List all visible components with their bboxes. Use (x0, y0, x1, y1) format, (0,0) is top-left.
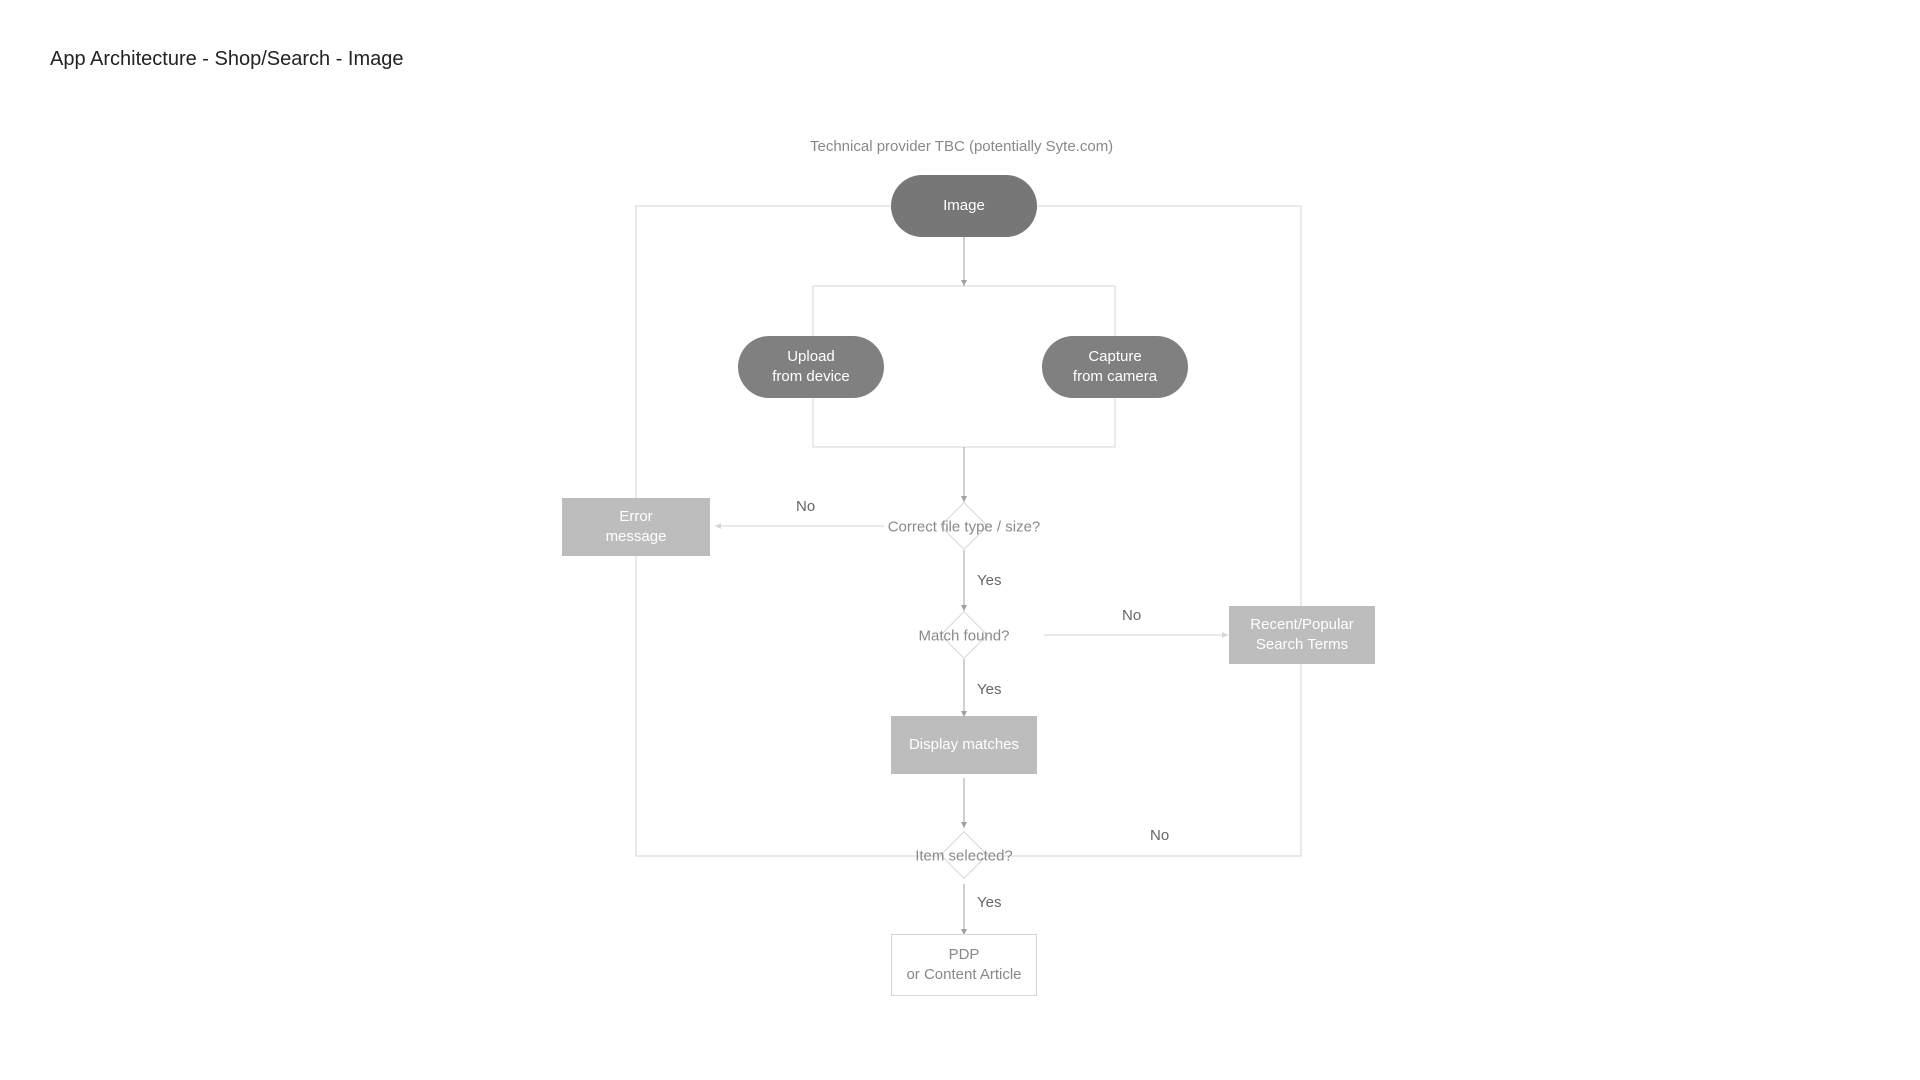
edge-item-yes: Yes (977, 894, 1001, 911)
node-image-label: Image (943, 196, 985, 216)
provider-note: Technical provider TBC (potentially Syte… (810, 138, 1113, 155)
node-upload: Upload from device (738, 336, 884, 398)
node-pdp-line1: PDP (949, 945, 980, 965)
node-display-label: Display matches (909, 735, 1019, 755)
node-pdp-line2: or Content Article (906, 965, 1021, 985)
node-capture-line1: Capture (1088, 347, 1141, 367)
node-match-found (940, 611, 988, 659)
node-display-matches: Display matches (891, 716, 1037, 774)
node-recent-terms: Recent/Popular Search Terms (1229, 606, 1375, 664)
node-error: Error message (562, 498, 710, 556)
edge-checkfile-no: No (796, 498, 815, 515)
edge-match-yes: Yes (977, 681, 1001, 698)
node-image: Image (891, 175, 1037, 237)
node-recent-line2: Search Terms (1256, 635, 1348, 655)
node-error-line1: Error (619, 507, 652, 527)
node-capture: Capture from camera (1042, 336, 1188, 398)
node-check-file (940, 502, 988, 550)
node-upload-line2: from device (772, 367, 850, 387)
node-upload-line1: Upload (787, 347, 835, 367)
node-recent-line1: Recent/Popular (1250, 615, 1353, 635)
edge-match-no: No (1122, 607, 1141, 624)
node-error-line2: message (606, 527, 667, 547)
page-title: App Architecture - Shop/Search - Image (50, 48, 404, 71)
edge-item-no: No (1150, 827, 1169, 844)
edge-checkfile-yes: Yes (977, 572, 1001, 589)
node-capture-line2: from camera (1073, 367, 1157, 387)
node-item-selected (940, 831, 988, 879)
node-pdp: PDP or Content Article (891, 934, 1037, 996)
